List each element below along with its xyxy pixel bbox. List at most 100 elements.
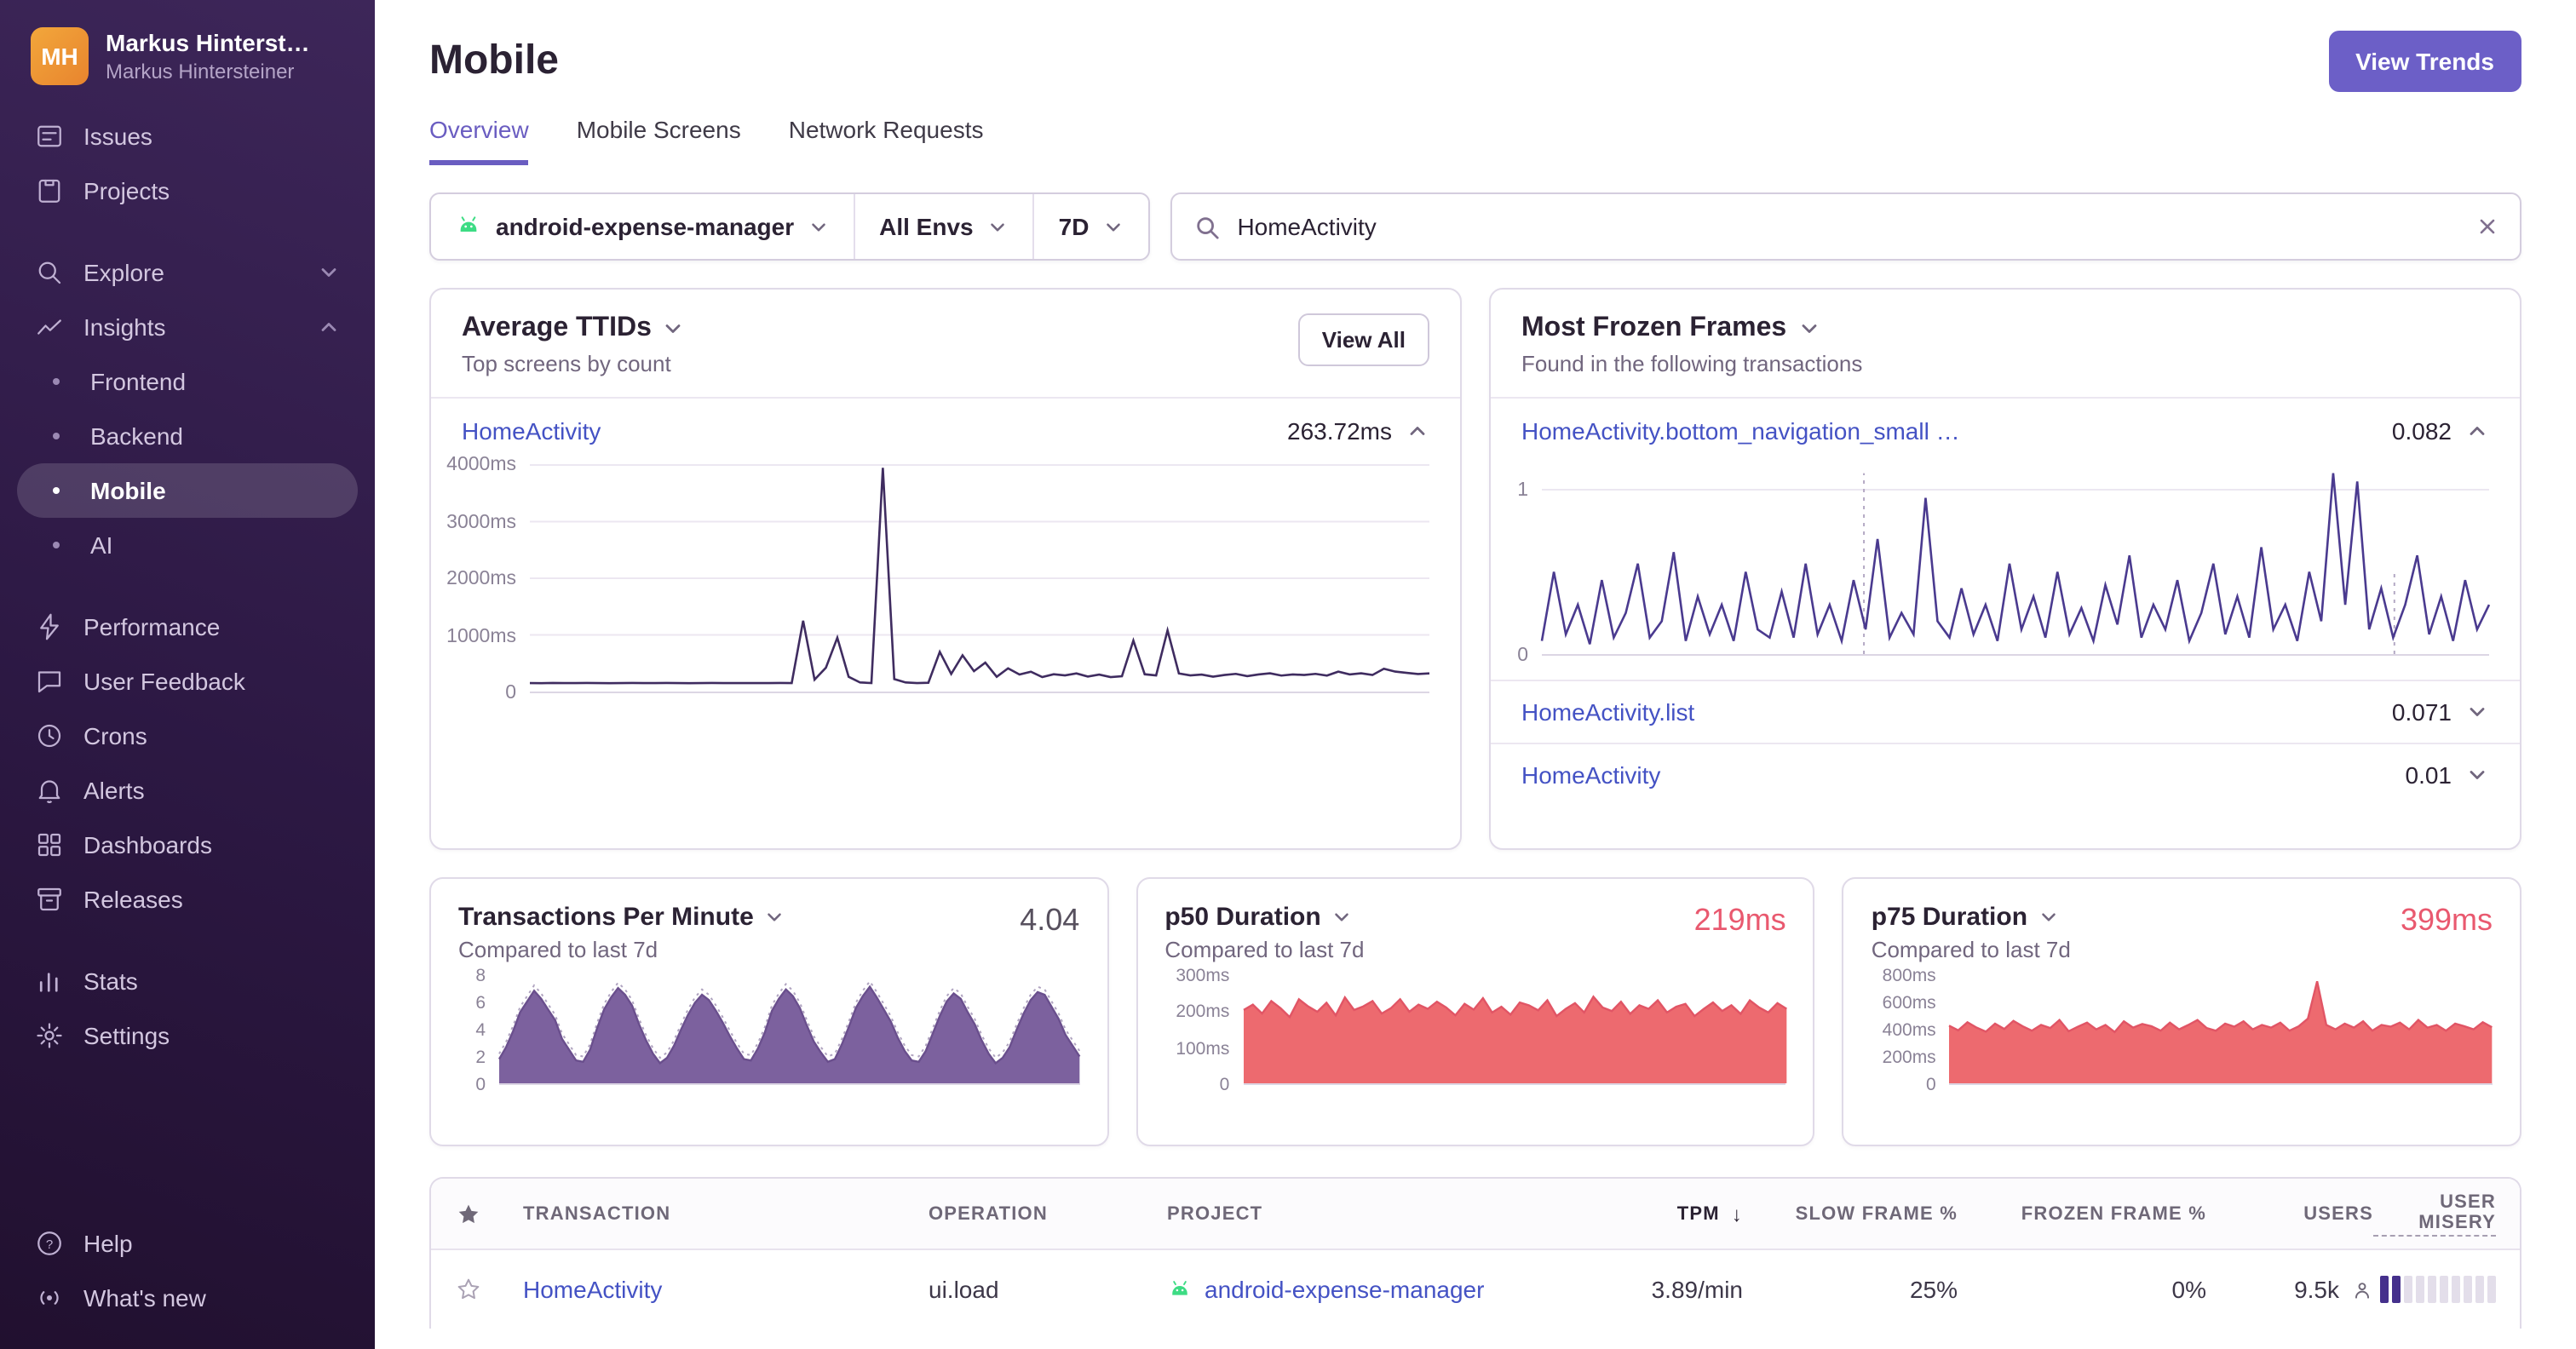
chevron-up-icon[interactable]: [2465, 419, 2489, 443]
frozen-value: 0.082: [2391, 417, 2452, 445]
sidebar-item-frontend[interactable]: Frontend: [17, 354, 358, 409]
card-title: Average TTIDs: [462, 313, 652, 342]
chevron-down-icon[interactable]: [1797, 317, 1820, 341]
chevron-down-icon[interactable]: [2038, 906, 2060, 928]
frozen-value: 0.071: [2391, 698, 2452, 726]
sidebar-item-releases[interactable]: Releases: [17, 872, 358, 927]
gear-icon: [34, 1020, 65, 1051]
sidebar-item-label: Projects: [83, 177, 170, 204]
environment-filter-value: All Envs: [879, 213, 974, 240]
tpm-chart: 86420: [458, 962, 1079, 1095]
transaction-link[interactable]: HomeActivity.list: [1521, 698, 1694, 726]
sidebar-item-alerts[interactable]: Alerts: [17, 763, 358, 818]
frozen-frames-card: Most Frozen Frames Found in the followin…: [1489, 288, 2521, 850]
sidebar-item-insights[interactable]: Insights: [17, 300, 358, 354]
chevron-down-icon[interactable]: [764, 906, 786, 928]
column-header-user-misery[interactable]: USER MISERY: [2373, 1191, 2496, 1236]
project-filter[interactable]: android-expense-manager: [431, 194, 854, 259]
search-icon: [1194, 214, 1220, 239]
chart-plot: [1542, 465, 2489, 656]
card-subtitle: Top screens by count: [462, 351, 671, 376]
project-link[interactable]: android-expense-manager: [1205, 1276, 1484, 1303]
environment-filter[interactable]: All Envs: [854, 194, 1033, 259]
user-menu[interactable]: MH Markus Hinterst… Markus Hintersteiner: [17, 24, 358, 109]
tpm-cell: 3.89/min: [1651, 1276, 1743, 1303]
sidebar-item-label: Alerts: [83, 777, 145, 804]
clock-icon: [34, 720, 65, 751]
table-row[interactable]: HomeActivity ui.load android-expense-man…: [431, 1250, 2520, 1329]
frozen-accordion-row[interactable]: HomeActivity.bottom_navigation_small … 0…: [1491, 399, 2520, 458]
column-header-tpm[interactable]: TPM ↓: [1562, 1202, 1743, 1226]
chevron-down-icon: [1102, 215, 1124, 238]
y-axis: 86420: [475, 966, 486, 1095]
broadcast-icon: [34, 1283, 65, 1313]
help-icon: ?: [34, 1228, 65, 1259]
ttids-accordion-row[interactable]: HomeActivity 263.72ms: [431, 399, 1460, 458]
chevron-down-icon[interactable]: [2465, 700, 2489, 724]
sidebar-item-performance[interactable]: Performance: [17, 600, 358, 654]
sidebar-item-projects[interactable]: Projects: [17, 164, 358, 218]
sidebar-item-backend[interactable]: Backend: [17, 409, 358, 463]
chevron-up-icon[interactable]: [1406, 419, 1429, 443]
p50-duration-card: p50 Duration 219ms Compared to last 7d 3…: [1136, 877, 1815, 1146]
sidebar-item-mobile[interactable]: Mobile: [17, 463, 358, 518]
tab-overview[interactable]: Overview: [429, 116, 529, 165]
svg-text:?: ?: [46, 1237, 53, 1252]
column-header-users[interactable]: USERS: [2206, 1203, 2373, 1224]
view-trends-button[interactable]: View Trends: [2328, 31, 2521, 92]
sidebar-item-dashboards[interactable]: Dashboards: [17, 818, 358, 872]
sidebar-item-explore[interactable]: Explore: [17, 245, 358, 300]
chevron-down-icon: [987, 215, 1009, 238]
p50-chart: 300ms 200ms 100ms 0: [1164, 962, 1785, 1095]
search-input[interactable]: [1237, 213, 2458, 240]
column-header-slow-frame[interactable]: SLOW FRAME %: [1743, 1203, 1958, 1224]
sidebar-item-user-feedback[interactable]: User Feedback: [17, 654, 358, 709]
chevron-down-icon[interactable]: [662, 317, 686, 341]
transaction-link[interactable]: HomeActivity: [1521, 761, 1660, 789]
sidebar-item-label: Dashboards: [83, 831, 212, 858]
sidebar-item-help[interactable]: ? Help: [17, 1216, 358, 1271]
frozen-accordion-row[interactable]: HomeActivity.list 0.071: [1491, 680, 2520, 743]
card-subtitle: Compared to last 7d: [1871, 937, 2071, 962]
column-header-frozen-frame[interactable]: FROZEN FRAME %: [1958, 1203, 2206, 1224]
ttid-value: 263.72ms: [1287, 417, 1392, 445]
chart-plot: [499, 976, 1079, 1085]
clear-search-icon[interactable]: [2475, 215, 2499, 238]
chart-plot: [1243, 976, 1785, 1085]
sidebar-item-label: Mobile: [90, 477, 166, 504]
date-range-filter[interactable]: 7D: [1032, 194, 1149, 259]
sidebar-item-label: Insights: [83, 313, 166, 341]
avg-ttids-card: Average TTIDs Top screens by count View …: [429, 288, 1462, 850]
sidebar-item-stats[interactable]: Stats: [17, 954, 358, 1008]
date-range-value: 7D: [1058, 213, 1090, 240]
sidebar-item-crons[interactable]: Crons: [17, 709, 358, 763]
frozen-accordion-row[interactable]: HomeActivity 0.01: [1491, 743, 2520, 806]
sidebar-item-issues[interactable]: Issues: [17, 109, 358, 164]
table-header-row: TRANSACTION OPERATION PROJECT TPM ↓ SLOW…: [431, 1179, 2520, 1250]
column-header-project[interactable]: PROJECT: [1167, 1203, 1562, 1224]
transaction-link[interactable]: HomeActivity: [523, 1276, 662, 1303]
android-icon: [455, 213, 482, 240]
sidebar-item-label: Issues: [83, 123, 152, 150]
search-box: [1170, 192, 2521, 261]
sidebar-item-ai[interactable]: AI: [17, 518, 358, 572]
chevron-down-icon[interactable]: [1331, 906, 1354, 928]
tpm-value: 4.04: [1020, 903, 1080, 937]
sidebar-item-settings[interactable]: Settings: [17, 1008, 358, 1063]
chevron-down-icon[interactable]: [2465, 763, 2489, 787]
column-header-transaction[interactable]: TRANSACTION: [523, 1203, 929, 1224]
tab-mobile-screens[interactable]: Mobile Screens: [577, 116, 741, 165]
sidebar-item-whats-new[interactable]: What's new: [17, 1271, 358, 1325]
tab-network-requests[interactable]: Network Requests: [789, 116, 984, 165]
column-header-operation[interactable]: OPERATION: [929, 1203, 1167, 1224]
operation-cell: ui.load: [929, 1276, 999, 1303]
card-subtitle: Found in the following transactions: [1521, 351, 1863, 376]
sidebar: MH Markus Hinterst… Markus Hintersteiner…: [0, 0, 375, 1349]
card-subtitle: Compared to last 7d: [1164, 937, 1365, 962]
view-all-button[interactable]: View All: [1297, 313, 1429, 366]
transaction-link[interactable]: HomeActivity: [462, 417, 601, 445]
user-icon: [2351, 1278, 2373, 1300]
transaction-link[interactable]: HomeActivity.bottom_navigation_small …: [1521, 417, 1960, 445]
star-outline-icon[interactable]: [455, 1276, 523, 1303]
star-icon[interactable]: [455, 1200, 523, 1227]
